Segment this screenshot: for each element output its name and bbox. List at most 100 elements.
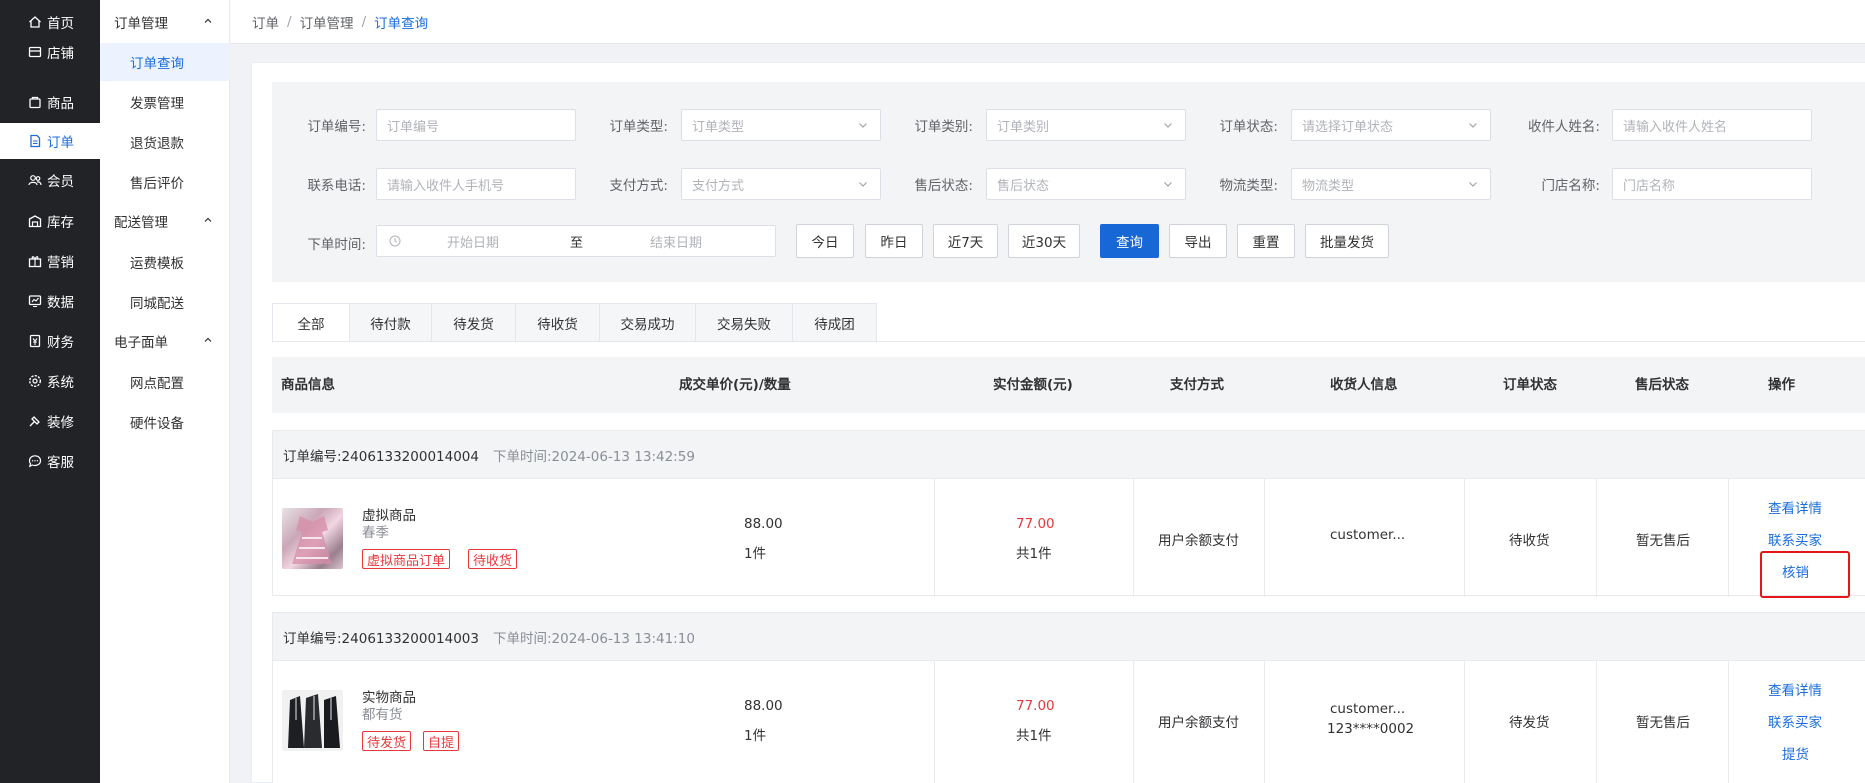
quantity: 1件 bbox=[744, 728, 767, 744]
sub-nav-item-invoice[interactable]: 发票管理 bbox=[100, 83, 230, 121]
breadcrumb-separator: / bbox=[361, 13, 367, 30]
order-tag: 虚拟商品订单 bbox=[362, 549, 451, 569]
sub-nav-item-hardware[interactable]: 硬件设备 bbox=[100, 403, 230, 441]
sub-nav-item-refund[interactable]: 退货退款 bbox=[100, 123, 230, 161]
date-range-separator: 至 bbox=[570, 235, 584, 251]
batch-ship-button[interactable]: 批量发货 bbox=[1305, 224, 1389, 258]
yesterday-button[interactable]: 昨日 bbox=[865, 224, 923, 258]
nav-item-label: 数据 bbox=[47, 295, 74, 311]
store-name-label: 门店名称: bbox=[1541, 178, 1600, 194]
tab-group-pending[interactable]: 待成团 bbox=[793, 303, 877, 342]
sub-nav-group-label: 电子面单 bbox=[114, 335, 168, 351]
nav-item-label: 库存 bbox=[47, 215, 74, 231]
tab-pending-payment[interactable]: 待付款 bbox=[350, 303, 432, 342]
chevron-down-icon bbox=[1469, 182, 1477, 187]
sub-nav-group-waybill[interactable]: 电子面单 bbox=[100, 323, 230, 359]
nav-item-member[interactable]: 会员 bbox=[0, 162, 100, 198]
nav-item-data[interactable]: 数据 bbox=[0, 283, 100, 319]
nav-item-inventory[interactable]: 库存 bbox=[0, 203, 100, 239]
table-header: 商品信息 成交单价(元)/数量 实付金额(元) 支付方式 收货人信息 订单状态 … bbox=[272, 357, 1865, 413]
last-7-days-button[interactable]: 近7天 bbox=[933, 224, 998, 258]
reset-button[interactable]: 重置 bbox=[1237, 224, 1295, 258]
nav-item-goods[interactable]: 商品 bbox=[0, 84, 100, 120]
product-thumbnail[interactable] bbox=[282, 690, 343, 751]
sub-nav-group-order-mgmt[interactable]: 订单管理 bbox=[100, 4, 230, 40]
sub-nav-item-freight[interactable]: 运费模板 bbox=[100, 243, 230, 281]
after-sale-placeholder: 售后状态 bbox=[997, 178, 1050, 194]
order-category-select[interactable]: 订单类别 bbox=[986, 109, 1186, 141]
logistics-select[interactable]: 物流类型 bbox=[1291, 168, 1491, 200]
header-goods: 商品信息 bbox=[281, 377, 335, 393]
view-details-link[interactable]: 查看详情 bbox=[1768, 497, 1822, 517]
product-spec: 春季 bbox=[362, 525, 389, 541]
chevron-down-icon bbox=[859, 182, 867, 187]
nav-item-shop[interactable]: 店铺 bbox=[0, 34, 100, 70]
start-date-input[interactable]: 开始日期 bbox=[447, 232, 499, 251]
end-date-input[interactable]: 结束日期 bbox=[650, 232, 702, 251]
order-no-label: 订单编号: bbox=[307, 119, 366, 135]
query-button[interactable]: 查询 bbox=[1100, 224, 1159, 258]
nav-item-decorate[interactable]: 装修 bbox=[0, 403, 100, 439]
tab-success[interactable]: 交易成功 bbox=[600, 303, 696, 342]
sub-nav-item-review[interactable]: 售后评价 bbox=[100, 163, 230, 201]
order-type-select[interactable]: 订单类型 bbox=[681, 109, 881, 141]
sub-nav-group-delivery[interactable]: 配送管理 bbox=[100, 203, 230, 239]
sub-nav-item-order-query[interactable]: 订单查询 bbox=[100, 43, 230, 81]
nav-item-finance[interactable]: 财务 bbox=[0, 323, 100, 359]
order-header: 订单编号:2406133200014004 下单时间:2024-06-13 13… bbox=[273, 431, 1865, 479]
pickup-link[interactable]: 提货 bbox=[1782, 743, 1809, 763]
sub-nav-item-label: 运费模板 bbox=[130, 256, 184, 272]
paid-amount: 77.00 bbox=[1016, 516, 1055, 532]
tab-failed[interactable]: 交易失败 bbox=[696, 303, 793, 342]
clock-icon bbox=[389, 235, 401, 247]
contact-buyer-link[interactable]: 联系买家 bbox=[1768, 529, 1822, 549]
order-card: 订单编号:2406133200014003 下单时间:2024-06-13 13… bbox=[272, 612, 1865, 783]
logistics-label: 物流类型: bbox=[1219, 178, 1278, 194]
sub-nav-item-local[interactable]: 同城配送 bbox=[100, 283, 230, 321]
column-divider bbox=[1133, 661, 1134, 783]
today-button[interactable]: 今日 bbox=[796, 224, 854, 258]
receiver-name-input[interactable]: 请输入收件人姓名 bbox=[1612, 109, 1812, 141]
chevron-down-icon bbox=[1469, 123, 1477, 128]
breadcrumb-item[interactable]: 订单管理 bbox=[300, 12, 354, 32]
finance-icon bbox=[28, 334, 42, 348]
receiver-phone: 123****0002 bbox=[1327, 721, 1415, 737]
order-status: 待收货 bbox=[1509, 533, 1550, 549]
order-category-placeholder: 订单类别 bbox=[997, 119, 1050, 135]
nav-item-order[interactable]: 订单 bbox=[0, 123, 100, 159]
nav-item-label: 商品 bbox=[47, 96, 74, 112]
nav-item-marketing[interactable]: 营销 bbox=[0, 243, 100, 279]
tab-all[interactable]: 全部 bbox=[272, 303, 350, 342]
nav-item-label: 营销 bbox=[47, 255, 74, 271]
view-details-link[interactable]: 查看详情 bbox=[1768, 679, 1822, 699]
tab-pending-shipment[interactable]: 待发货 bbox=[432, 303, 516, 342]
pay-method-placeholder: 支付方式 bbox=[692, 178, 745, 194]
contact-buyer-link[interactable]: 联系买家 bbox=[1768, 711, 1822, 731]
tab-pending-receipt[interactable]: 待收货 bbox=[516, 303, 600, 342]
pickup-tag: 自提 bbox=[423, 731, 460, 751]
order-no-input[interactable]: 订单编号 bbox=[376, 109, 576, 141]
sub-nav-item-label: 网点配置 bbox=[130, 376, 184, 392]
chevron-up-icon bbox=[204, 337, 212, 342]
phone-input[interactable]: 请输入收件人手机号 bbox=[376, 168, 576, 200]
nav-item-system[interactable]: 系统 bbox=[0, 363, 100, 399]
order-status-select[interactable]: 请选择订单状态 bbox=[1291, 109, 1491, 141]
order-time-range[interactable]: 开始日期 至 结束日期 bbox=[376, 225, 776, 257]
pay-method-select[interactable]: 支付方式 bbox=[681, 168, 881, 200]
sub-nav-item-label: 售后评价 bbox=[130, 176, 184, 192]
sub-nav-group-label: 配送管理 bbox=[114, 215, 168, 231]
shop-icon bbox=[28, 45, 42, 59]
export-button[interactable]: 导出 bbox=[1169, 224, 1227, 258]
nav-item-label: 客服 bbox=[47, 455, 74, 471]
column-divider bbox=[1464, 661, 1465, 783]
sub-nav-item-outlet[interactable]: 网点配置 bbox=[100, 363, 230, 401]
main-nav: 首页 店铺 商品 订单 会员 库存 营销 数据 财务 系统 装修 客服 bbox=[0, 0, 100, 783]
product-thumbnail[interactable] bbox=[282, 508, 343, 569]
order-category-label: 订单类别: bbox=[914, 119, 973, 135]
after-sale-select[interactable]: 售后状态 bbox=[986, 168, 1186, 200]
store-name-input[interactable]: 门店名称 bbox=[1612, 168, 1812, 200]
paid-count: 共1件 bbox=[1016, 546, 1052, 562]
last-30-days-button[interactable]: 近30天 bbox=[1008, 224, 1080, 258]
nav-item-service[interactable]: 客服 bbox=[0, 443, 100, 479]
breadcrumb-item[interactable]: 订单 bbox=[252, 12, 279, 32]
